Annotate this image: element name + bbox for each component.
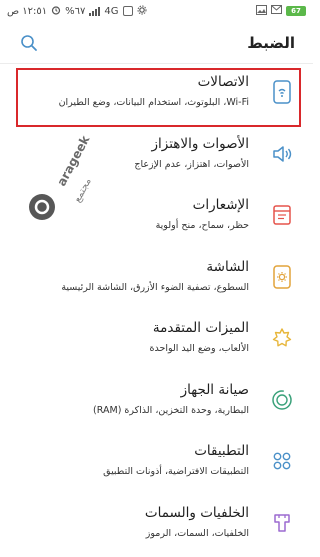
- search-button[interactable]: [18, 32, 40, 54]
- settings-item-connections[interactable]: الاتصالات Wi-Fi، البلوتوث، استخدام البيا…: [0, 64, 313, 127]
- search-icon: [21, 34, 37, 51]
- settings-item-notifications[interactable]: الإشعارات حظر، سماح، منح أولوية: [0, 187, 313, 249]
- settings-item-advanced-features[interactable]: الميزات المتقدمة الألعاب، وضع اليد الواح…: [0, 310, 313, 372]
- sound-icon: [268, 140, 296, 168]
- notifications-icon: [268, 201, 296, 229]
- apps-icon: [268, 447, 296, 475]
- alarm-icon: [51, 5, 61, 18]
- settings-item-subtitle: السطوع، تصفية الضوء الأزرق، الشاشة الرئي…: [61, 281, 249, 293]
- settings-item-apps[interactable]: التطبيقات التطبيقات الافتراضية، أذونات ا…: [0, 433, 313, 495]
- settings-item-wallpapers-themes[interactable]: الخلفيات والسمات الخلفيات، السمات، الرمو…: [0, 495, 313, 557]
- settings-item-subtitle: Wi-Fi، البلوتوث، استخدام البيانات، وضع ا…: [58, 97, 249, 108]
- settings-item-subtitle: البطارية، وحدة التخزين، الذاكرة (RAM): [93, 404, 249, 416]
- settings-item-subtitle: حظر، سماح، منح أولوية: [155, 220, 249, 231]
- battery-icon: 67: [286, 6, 306, 16]
- status-bar: ١٢:٥١ ص %٦٧ 4G 67: [0, 0, 313, 22]
- wallpapers-themes-icon: [268, 509, 296, 537]
- settings-item-sounds[interactable]: الأصوات والاهتزاز الأصوات، اهتزاز، عدم ا…: [0, 126, 313, 188]
- connections-icon: [268, 78, 296, 106]
- settings-item-subtitle: التطبيقات الافتراضية، أذونات التطبيق: [103, 466, 249, 477]
- status-percent: %٦٧: [65, 5, 86, 17]
- network-type: 4G: [104, 5, 119, 17]
- sim-icon: [122, 6, 133, 16]
- device-maintenance-icon: [268, 386, 296, 414]
- settings-item-label: الاتصالات: [197, 74, 249, 90]
- settings-item-label: صيانة الجهاز: [180, 381, 249, 398]
- page-title: الضبط: [247, 33, 295, 52]
- status-left: ١٢:٥١ ص %٦٧ 4G: [7, 5, 147, 18]
- mail-icon: [271, 5, 282, 17]
- settings-item-label: الإشعارات: [192, 197, 249, 213]
- settings-item-subtitle: الألعاب، وضع اليد الواحدة: [149, 343, 249, 354]
- settings-item-label: الشاشة: [206, 258, 249, 275]
- status-time: ١٢:٥١ ص: [7, 5, 48, 17]
- settings-item-label: التطبيقات: [194, 443, 249, 459]
- settings-list: الاتصالات Wi-Fi، البلوتوث، استخدام البيا…: [0, 64, 313, 556]
- display-icon: [268, 263, 296, 291]
- gallery-icon: [256, 4, 267, 18]
- settings-item-label: الأصوات والاهتزاز: [151, 135, 249, 152]
- app-header: الضبط: [0, 22, 313, 64]
- settings-item-device-maintenance[interactable]: صيانة الجهاز البطارية، وحدة التخزين، الذ…: [0, 372, 313, 434]
- settings-item-label: الميزات المتقدمة: [152, 320, 249, 336]
- advanced-features-icon: [268, 324, 296, 352]
- status-right: 67: [256, 4, 306, 18]
- settings-item-subtitle: الخلفيات، السمات، الرموز: [145, 527, 249, 539]
- signal-bars-icon: [89, 6, 101, 16]
- settings-item-display[interactable]: الشاشة السطوع، تصفية الضوء الأزرق، الشاش…: [0, 249, 313, 311]
- settings-gear-icon: [137, 5, 147, 18]
- settings-item-label: الخلفيات والسمات: [144, 504, 249, 521]
- settings-item-subtitle: الأصوات، اهتزاز، عدم الإزعاج: [134, 158, 249, 170]
